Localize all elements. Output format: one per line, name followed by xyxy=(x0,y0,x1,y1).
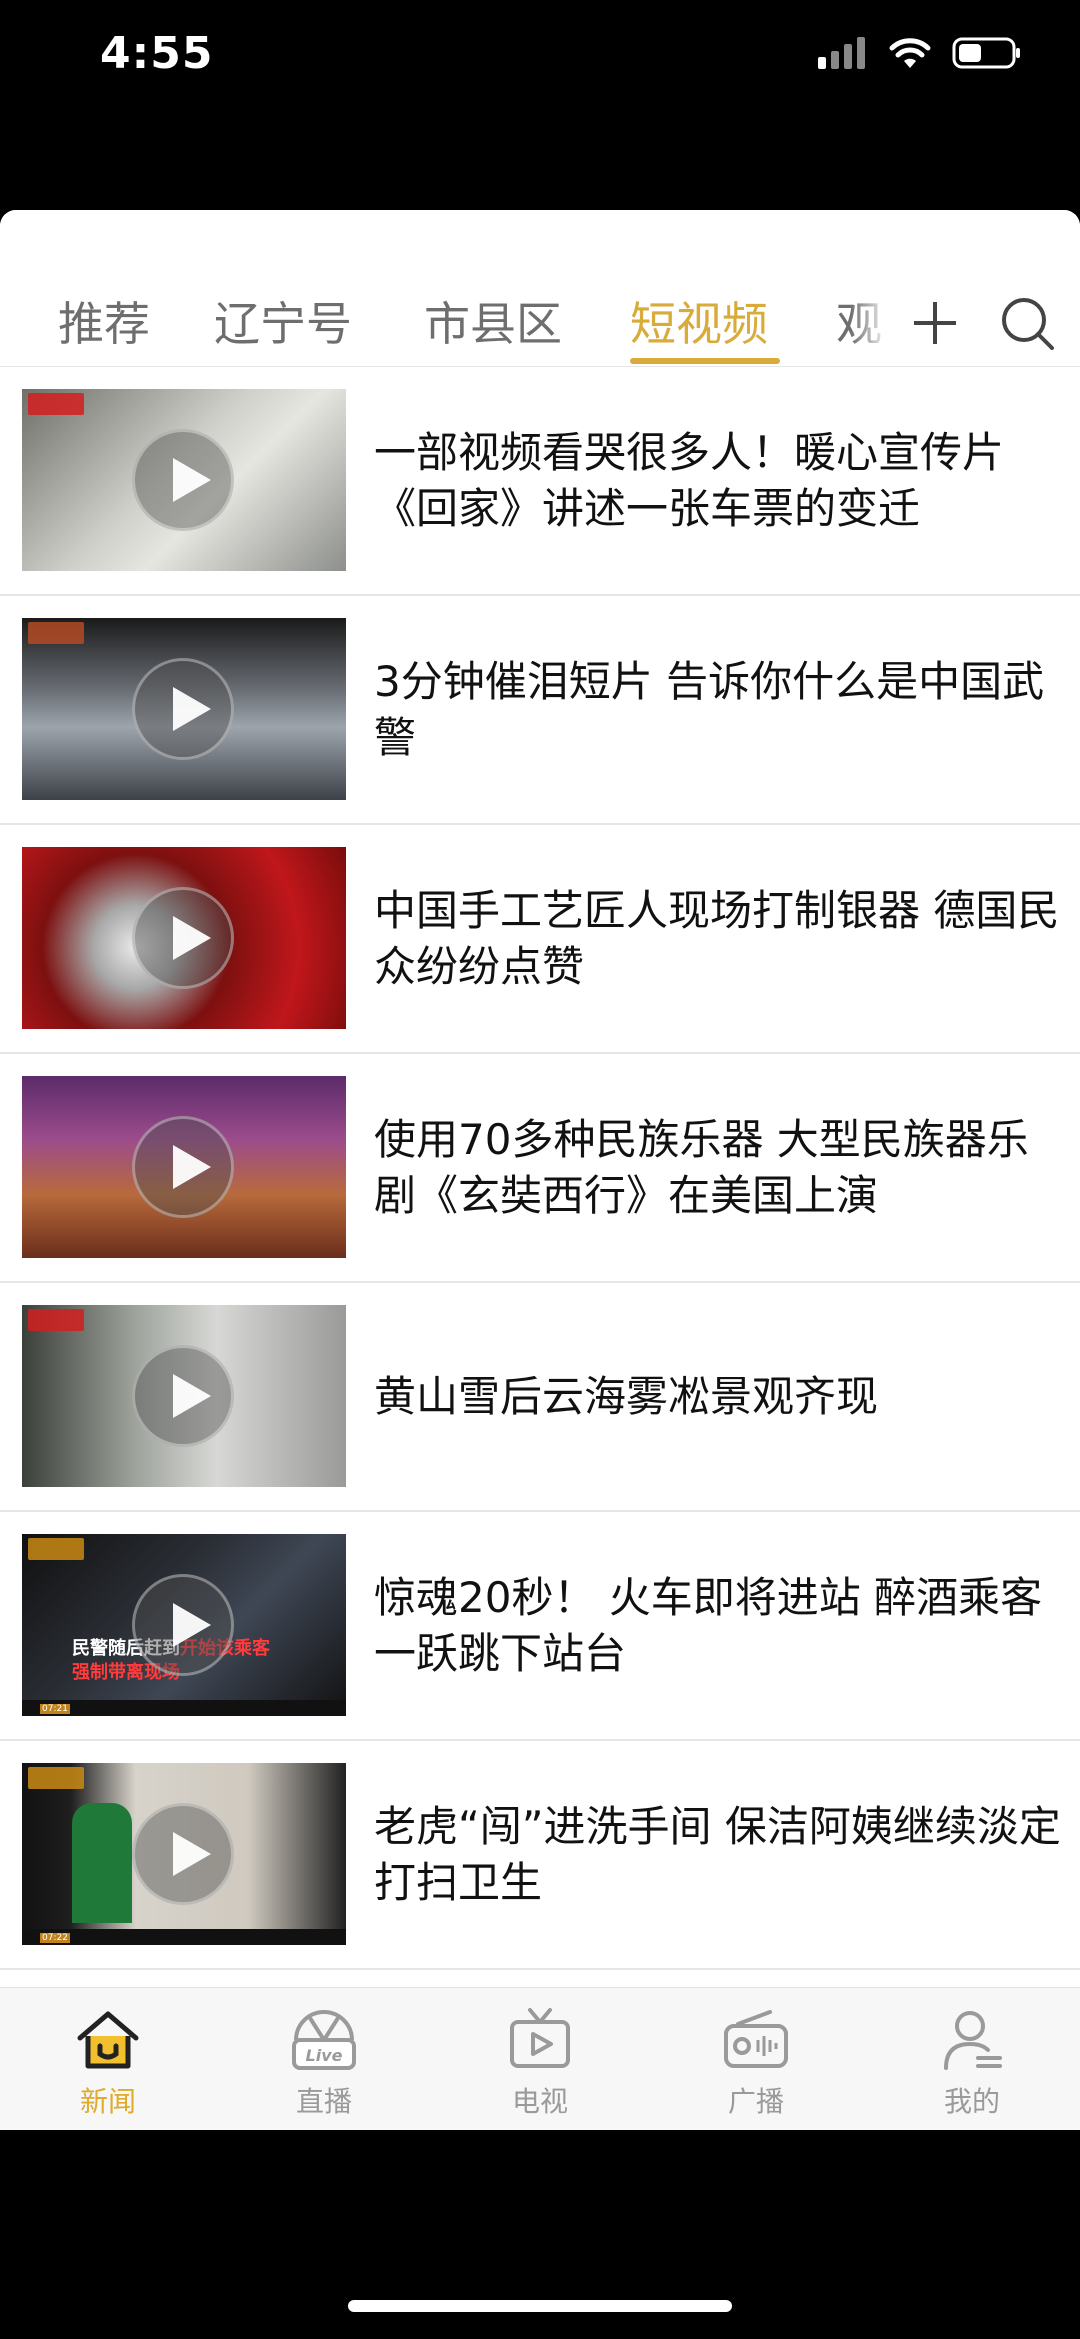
search-icon[interactable] xyxy=(998,294,1054,350)
nav-news[interactable]: 新闻 xyxy=(0,1988,216,2130)
list-item[interactable]: 07:22 老虎“闯”进洗手间 保洁阿姨继续淡定打扫卫生 xyxy=(0,1741,1080,1970)
video-title[interactable]: 一部视频看哭很多人！暖心宣传片《回家》讲述一张车票的变迁 xyxy=(374,367,1064,594)
home-icon xyxy=(77,2011,139,2069)
video-title[interactable]: 黄山雪后云海雾凇景观齐现 xyxy=(374,1283,1064,1510)
app-card: 推荐 辽宁号 市县区 短视频 观 一部视频看哭很多人！暖心宣传片《回家》讲述一张… xyxy=(0,210,1080,2130)
list-item[interactable]: 使用70多种民族乐器 大型民族器乐剧《玄奘西行》在美国上演 xyxy=(0,1054,1080,1283)
video-thumbnail[interactable] xyxy=(22,1076,346,1258)
news-ticker xyxy=(22,1700,346,1716)
nav-profile[interactable]: 我的 xyxy=(864,1988,1080,2130)
video-thumbnail[interactable]: 民警随后赶到开始该乘客 强制带离现场 07:21 xyxy=(22,1534,346,1716)
news-ticker xyxy=(22,1929,346,1945)
live-icon: Live xyxy=(292,2010,356,2070)
play-icon[interactable] xyxy=(132,658,234,760)
tv-icon xyxy=(510,2008,570,2068)
home-indicator[interactable] xyxy=(348,2300,732,2312)
video-title[interactable]: 使用70多种民族乐器 大型民族器乐剧《玄奘西行》在美国上演 xyxy=(374,1054,1064,1281)
nav-radio[interactable]: 广播 xyxy=(648,1988,864,2130)
list-item[interactable]: 黄山雪后云海雾凇景观齐现 xyxy=(0,1283,1080,1512)
add-channel-icon[interactable] xyxy=(910,298,960,348)
video-title[interactable]: 老虎“闯”进洗手间 保洁阿姨继续淡定打扫卫生 xyxy=(374,1741,1064,1968)
person-figure xyxy=(72,1803,132,1923)
bottom-nav: 新闻 Live 直播 电视 广播 我的 xyxy=(0,1987,1080,2130)
tab-short-video[interactable]: 短视频 xyxy=(630,288,768,354)
nav-tv[interactable]: 电视 xyxy=(432,1988,648,2130)
video-title[interactable]: 中国手工艺匠人现场打制银器 德国民众纷纷点赞 xyxy=(374,825,1064,1052)
video-title[interactable]: 惊魂20秒！ 火车即将进站 醉酒乘客一跃跳下站台 xyxy=(374,1512,1064,1739)
battery-icon xyxy=(952,37,1020,69)
tab-county[interactable]: 市县区 xyxy=(424,288,562,354)
video-thumbnail[interactable] xyxy=(22,847,346,1029)
thumbnail-clock: 07:22 xyxy=(40,1933,70,1943)
radio-icon xyxy=(724,2010,788,2068)
list-item[interactable]: 民警随后赶到开始该乘客 强制带离现场 07:21 惊魂20秒！ 火车即将进站 醉… xyxy=(0,1512,1080,1741)
list-item[interactable]: 一部视频看哭很多人！暖心宣传片《回家》讲述一张车票的变迁 xyxy=(0,367,1080,596)
video-thumbnail[interactable] xyxy=(22,1305,346,1487)
video-thumbnail[interactable] xyxy=(22,389,346,571)
channel-logo xyxy=(28,1538,84,1560)
status-bar: 4:55 xyxy=(0,0,1080,120)
thumbnail-clock: 07:21 xyxy=(40,1704,70,1714)
wifi-icon xyxy=(889,38,931,68)
list-item[interactable]: 3分钟催泪短片 告诉你什么是中国武警 xyxy=(0,596,1080,825)
video-thumbnail[interactable] xyxy=(22,618,346,800)
video-title[interactable]: 3分钟催泪短片 告诉你什么是中国武警 xyxy=(374,596,1064,823)
nav-label: 直播 xyxy=(295,2085,352,2118)
play-icon[interactable] xyxy=(132,1345,234,1447)
nav-label: 广播 xyxy=(727,2085,784,2118)
nav-label: 新闻 xyxy=(79,2085,136,2118)
channel-logo xyxy=(28,1309,84,1331)
status-icons xyxy=(818,36,1022,70)
channel-tabs: 推荐 辽宁号 市县区 短视频 观 xyxy=(0,210,1080,367)
tab-active-indicator xyxy=(630,358,780,364)
play-icon[interactable] xyxy=(132,1803,234,1905)
channel-logo xyxy=(28,393,84,415)
nav-label: 电视 xyxy=(511,2085,568,2118)
channel-logo xyxy=(28,1767,84,1789)
channel-logo xyxy=(28,622,84,644)
nav-label: 我的 xyxy=(943,2085,1000,2118)
list-item[interactable]: 中国手工艺匠人现场打制银器 德国民众纷纷点赞 xyxy=(0,825,1080,1054)
tab-fade xyxy=(850,280,890,350)
play-icon[interactable] xyxy=(132,1116,234,1218)
svg-text:Live: Live xyxy=(306,2046,343,2065)
status-time: 4:55 xyxy=(100,28,214,79)
play-icon[interactable] xyxy=(132,429,234,531)
user-icon xyxy=(944,2011,1002,2070)
play-icon[interactable] xyxy=(132,1574,234,1676)
tab-liaoning[interactable]: 辽宁号 xyxy=(214,288,352,354)
play-icon[interactable] xyxy=(132,887,234,989)
tab-recommend[interactable]: 推荐 xyxy=(58,288,150,354)
video-thumbnail[interactable]: 07:22 xyxy=(22,1763,346,1945)
signal-icon xyxy=(818,37,865,69)
video-list: 一部视频看哭很多人！暖心宣传片《回家》讲述一张车票的变迁 3分钟催泪短片 告诉你… xyxy=(0,367,1080,1970)
nav-live[interactable]: Live 直播 xyxy=(216,1988,432,2130)
